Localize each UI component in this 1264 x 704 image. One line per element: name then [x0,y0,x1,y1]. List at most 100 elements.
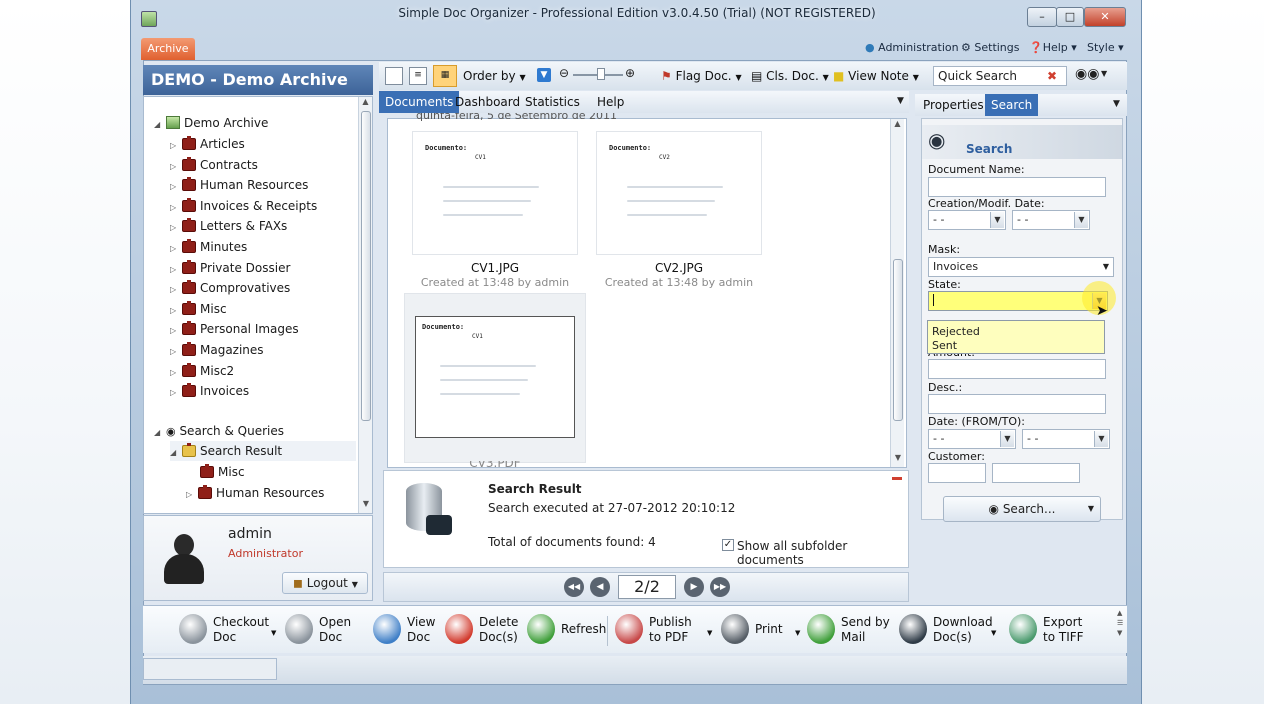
close-panel-icon[interactable] [892,477,902,480]
document-preview: Documento: CV1 [415,316,575,438]
close-button[interactable]: ✕ [1084,7,1126,27]
tree-item-folder[interactable]: ▷ Invoices [170,381,249,401]
settings-link[interactable]: ⚙ Settings [961,41,1020,54]
style-menu[interactable]: Style ▾ [1087,41,1124,54]
documents-scroll-thumb[interactable] [893,259,903,421]
mask-select[interactable]: Invoices ▼ [928,257,1114,277]
view-note-menu[interactable]: ■ View Note ▼ [833,69,919,83]
tab-help[interactable]: Help [591,91,630,113]
creation-date-from[interactable]: - - ▼ [928,210,1006,230]
tabs-menu-arrow[interactable]: ▼ [897,96,904,106]
status-bar [143,656,1127,684]
desc-input[interactable] [928,394,1106,414]
document-name-input[interactable] [928,177,1106,197]
tree-item-misc[interactable]: Misc [200,462,245,482]
tree-item-folder[interactable]: ▷ Minutes [170,237,247,257]
binoculars-icon[interactable]: ◉◉ [1075,66,1099,82]
right-tabs-menu-arrow[interactable]: ▼ [1113,99,1120,109]
tree-item-folder[interactable]: ▷ Articles [170,134,245,154]
tree-item-folder[interactable]: ▷ Contracts [170,155,258,175]
tree-item-folder[interactable]: ▷ Comprovatives [170,278,290,298]
help-icon: ❓ [1029,41,1043,54]
last-page-icon[interactable]: ▶▶ [710,577,730,597]
date-to-select[interactable]: - - ▼ [1022,429,1110,449]
state-option-rejected[interactable]: Rejected [928,325,1104,339]
previous-page-icon[interactable]: ◀ [590,577,610,597]
documents-scrollbar[interactable]: ▲ ▼ [890,119,904,467]
tree-item-human-resources[interactable]: ▷ Human Resources [186,483,324,503]
tree-item-folder[interactable]: ▷ Magazines [170,340,264,360]
tree-scrollbar[interactable]: ▲ ▼ [358,97,372,513]
creation-date-to[interactable]: - - ▼ [1012,210,1090,230]
tree-item-search-queries[interactable]: ◢ ◉ Search & Queries [154,421,284,441]
right-panel-tabs: Properties Search ▼ [915,94,1127,116]
sort-down-icon[interactable]: ▼ [537,68,551,82]
open-doc-icon [285,614,313,644]
view-details-icon[interactable]: ≡ [409,67,427,85]
clear-search-icon[interactable]: ✖ [1047,69,1061,83]
tab-statistics[interactable]: Statistics [519,91,586,113]
scroll-up-icon[interactable]: ▲ [891,119,904,128]
search-result-panel: Search Result Search executed at 27-07-2… [383,470,909,568]
customer-code-input[interactable] [928,463,986,483]
toolbar-scroll-icon[interactable]: ▲ ☰ ▼ [1117,608,1125,650]
state-dropdown-list: Rejected Sent [927,320,1105,354]
preview-code: CV1 [475,154,486,161]
delete-docs-icon [445,614,473,644]
tree-item-folder[interactable]: ▷ Personal Images [170,319,299,339]
tree-item-folder[interactable]: ▷ Human Resources [170,175,308,195]
mask-label: Mask: [928,243,961,256]
tree-item-folder[interactable]: ▷ Private Dossier [170,258,290,278]
archive-tab[interactable]: Archive [141,38,195,60]
first-page-icon[interactable]: ◀◀ [564,577,584,597]
tree-item-folder[interactable]: ▷ Invoices & Receipts [170,196,317,216]
document-thumbnail[interactable]: Documento: CV2 [596,131,762,255]
zoom-slider[interactable]: ⊖ ⊕ [559,66,641,82]
app-window: Simple Doc Organizer - Professional Edit… [130,0,1142,704]
logout-button[interactable]: ◼ Logout ▼ [282,572,368,594]
maximize-button[interactable]: □ [1056,7,1084,27]
page-indicator[interactable]: 2/2 [618,575,676,599]
tree-item-root[interactable]: ◢ Demo Archive [154,113,268,133]
view-single-icon[interactable] [385,67,403,85]
tree-item-folder[interactable]: ▷ Misc [170,299,227,319]
administration-link[interactable]: ● Administration [865,41,959,54]
flag-doc-menu[interactable]: ⚑ Flag Doc. ▼ [661,69,742,83]
order-by-menu[interactable]: Order by ▼ [463,69,526,83]
refresh-icon [527,614,555,644]
folder-icon [198,485,212,499]
next-page-icon[interactable]: ▶ [684,577,704,597]
document-thumbnail[interactable]: Documento: CV1 [412,131,578,255]
document-thumbnail[interactable]: Documento: CV1 [404,293,586,463]
logout-icon: ◼ [293,576,303,590]
help-link[interactable]: ❓Help ▾ [1029,41,1077,54]
date-from-to-label: Date: (FROM/TO): [928,415,1025,428]
date-from-select[interactable]: - - ▼ [928,429,1016,449]
minimize-button[interactable]: – [1027,7,1057,27]
state-select[interactable]: ▼ [928,291,1108,311]
state-option-sent[interactable]: Sent [928,339,1104,353]
action-toolbar: ▲☰▼ CheckoutDoc▼OpenDoc▼ViewDocDeleteDoc… [143,605,1127,653]
cls-doc-menu[interactable]: ▤ Cls. Doc. ▼ [751,69,829,83]
tab-dashboard[interactable]: Dashboard [449,91,526,113]
tree-scroll-thumb[interactable] [361,111,371,421]
amount-input[interactable] [928,359,1106,379]
customer-name-input[interactable] [992,463,1080,483]
scroll-down-icon[interactable]: ▼ [359,499,373,508]
search-button[interactable]: ◉ Search... ▼ [943,496,1101,522]
folder-icon [200,464,214,478]
show-all-checkbox[interactable]: ✓ [722,539,734,551]
tab-search[interactable]: Search [985,94,1039,116]
globe-icon: ● [865,41,875,54]
folder-icon [182,300,196,315]
tree-item-search-result[interactable]: ◢ Search Result [170,441,356,461]
tree-item-folder[interactable]: ▷ Misc2 [170,361,234,381]
view-thumbnails-icon[interactable]: ▦ [433,65,457,87]
folder-icon [182,177,196,192]
scroll-down-icon[interactable]: ▼ [891,453,905,462]
scroll-up-icon[interactable]: ▲ [359,97,372,106]
search-options-arrow[interactable]: ▼ [1101,69,1107,78]
tree-item-folder[interactable]: ▷ Letters & FAXs [170,216,287,236]
tab-properties[interactable]: Properties [917,94,990,116]
tab-documents[interactable]: Documents [379,91,460,113]
